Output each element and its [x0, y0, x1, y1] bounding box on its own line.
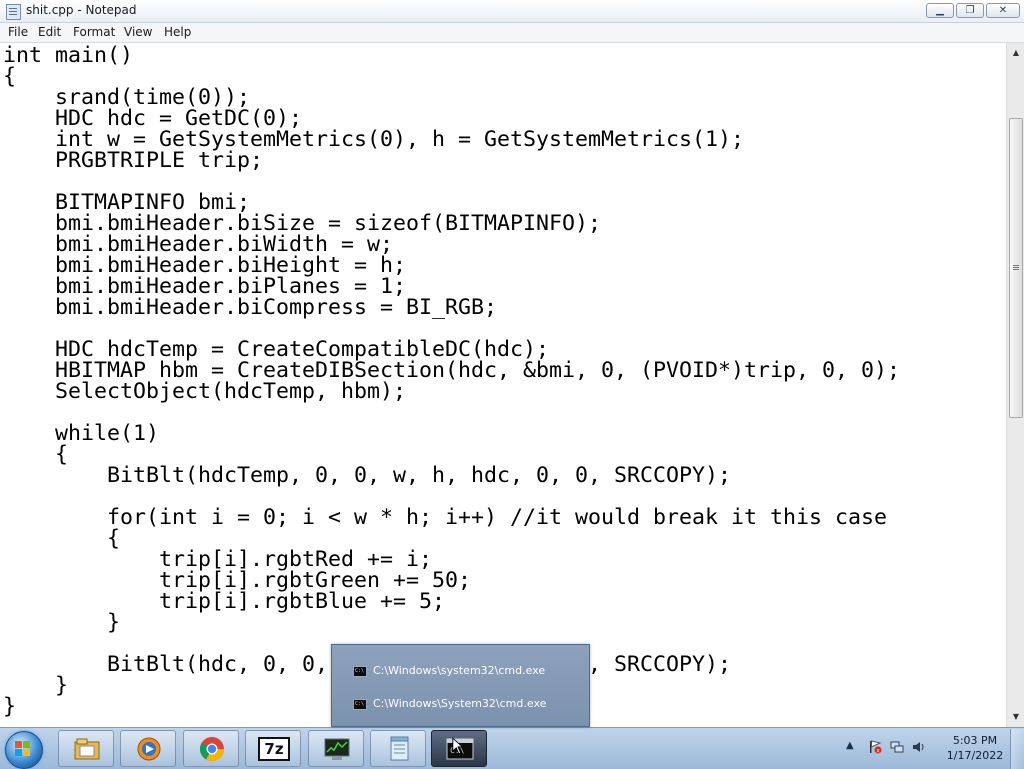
start-button[interactable]: [2, 730, 44, 769]
cmd-icon: [353, 666, 367, 677]
taskbar-media-player[interactable]: [120, 730, 176, 767]
code-line: for(int i = 0; i < w * h; i++) //it woul…: [3, 505, 888, 530]
vertical-scrollbar[interactable]: ▲ ▼: [1006, 43, 1024, 727]
close-button[interactable]: ✕: [986, 3, 1020, 18]
window-title: shit.cpp - Notepad: [26, 3, 137, 17]
menu-bar: File Edit Format View Help: [0, 23, 1024, 43]
code-line: {: [3, 442, 69, 467]
code-line: BitBlt(hdcTemp, 0, 0, w, h, hdc, 0, 0, S…: [3, 463, 732, 488]
menu-format[interactable]: Format: [71, 24, 117, 40]
windows-flag-icon: [15, 741, 31, 757]
menu-view[interactable]: View: [122, 24, 154, 40]
task-manager-icon: [324, 738, 350, 760]
clock[interactable]: 5:03 PM 1/17/2022: [936, 733, 1014, 763]
system-tray: ▲ x 5:03 PM 1/17/2022: [840, 728, 1024, 769]
code-line: HDC hdcTemp = CreateCompatibleDC(hdc);: [3, 337, 550, 362]
maximize-button[interactable]: ❐: [956, 3, 984, 18]
chrome-icon: [199, 737, 224, 762]
code-line: trip[i].rgbtBlue += 5;: [3, 589, 446, 614]
popup-window-label: C:\Windows\system32\cmd.exe: [373, 664, 546, 677]
taskbar-7zip[interactable]: 7z: [245, 730, 301, 767]
notepad-icon: [6, 4, 21, 20]
cmd-icon: [353, 699, 367, 710]
taskbar-thumbnail-popup: C:\Windows\system32\cmd.exe C:\Windows\S…: [331, 644, 590, 727]
network-icon[interactable]: [890, 740, 904, 754]
code-line: int w = GetSystemMetrics(0), h = GetSyst…: [3, 127, 745, 152]
show-desktop-button[interactable]: [1010, 729, 1024, 769]
code-line: HDC hdc = GetDC(0);: [3, 106, 303, 131]
code-line: int main(): [3, 43, 134, 68]
code-line: {: [3, 526, 121, 551]
menu-file[interactable]: File: [6, 24, 30, 40]
taskbar-cmd[interactable]: C:\: [431, 730, 487, 767]
taskbar-explorer[interactable]: [58, 730, 114, 767]
taskbar: 7z C:\ ▲ x: [0, 727, 1024, 769]
minimize-icon: ▁: [936, 5, 944, 16]
code-line: BITMAPINFO bmi;: [3, 190, 251, 215]
scroll-up-icon[interactable]: ▲: [1008, 45, 1024, 61]
taskbar-chrome[interactable]: [183, 730, 239, 767]
code-line: }: [3, 610, 121, 635]
scroll-down-icon[interactable]: ▼: [1008, 709, 1024, 725]
code-line: bmi.bmiHeader.biSize = sizeof(BITMAPINFO…: [3, 211, 602, 236]
action-center-flag-icon[interactable]: x: [868, 740, 882, 754]
code-line: while(1): [3, 421, 160, 446]
menu-edit[interactable]: Edit: [36, 24, 63, 40]
code-line: PRGBTRIPLE trip;: [3, 148, 264, 173]
code-line: bmi.bmiHeader.biWidth = w;: [3, 232, 394, 257]
7zip-icon: 7z: [258, 737, 290, 761]
restore-icon: ❐: [965, 5, 975, 16]
folder-icon: [74, 738, 100, 760]
clock-time: 5:03 PM: [952, 734, 998, 747]
code-line: }: [3, 694, 17, 719]
code-line: }: [3, 673, 69, 698]
menu-help[interactable]: Help: [162, 24, 193, 40]
taskbar-notepad[interactable]: [370, 730, 426, 767]
popup-window-item[interactable]: C:\Windows\system32\cmd.exe: [350, 663, 580, 681]
clock-date: 1/17/2022: [946, 749, 1004, 762]
volume-icon[interactable]: [912, 740, 926, 754]
popup-window-label: C:\Windows\System32\cmd.exe: [373, 697, 547, 710]
code-line: bmi.bmiHeader.biPlanes = 1;: [3, 274, 407, 299]
code-line: bmi.bmiHeader.biHeight = h;: [3, 253, 407, 278]
code-line: trip[i].rgbtGreen += 50;: [3, 568, 472, 593]
grip-icon: [1013, 265, 1019, 266]
minimize-button[interactable]: ▁: [926, 3, 954, 18]
title-bar: shit.cpp - Notepad ▁ ❐ ✕: [0, 0, 1024, 23]
scroll-thumb[interactable]: [1009, 118, 1023, 418]
code-line: bmi.bmiHeader.biCompress = BI_RGB;: [3, 295, 498, 320]
media-player-icon: [137, 737, 161, 761]
popup-window-item[interactable]: C:\Windows\System32\cmd.exe: [350, 696, 580, 714]
taskbar-task-manager[interactable]: [308, 730, 364, 767]
code-line: srand(time(0));: [3, 85, 251, 110]
code-line: trip[i].rgbtRed += i;: [3, 547, 433, 572]
text-editor[interactable]: int main(){ srand(time(0)); HDC hdc = Ge…: [0, 43, 1006, 727]
close-icon: ✕: [998, 5, 1008, 16]
code-line: {: [3, 64, 17, 89]
show-hidden-icons-icon[interactable]: ▲: [846, 740, 854, 751]
code-line: SelectObject(hdcTemp, hbm);: [3, 379, 407, 404]
mouse-cursor-icon: [452, 737, 464, 755]
notepad-app-icon: [390, 736, 409, 761]
svg-text:x: x: [876, 747, 880, 754]
code-line: HBITMAP hbm = CreateDIBSection(hdc, &bmi…: [3, 358, 901, 383]
